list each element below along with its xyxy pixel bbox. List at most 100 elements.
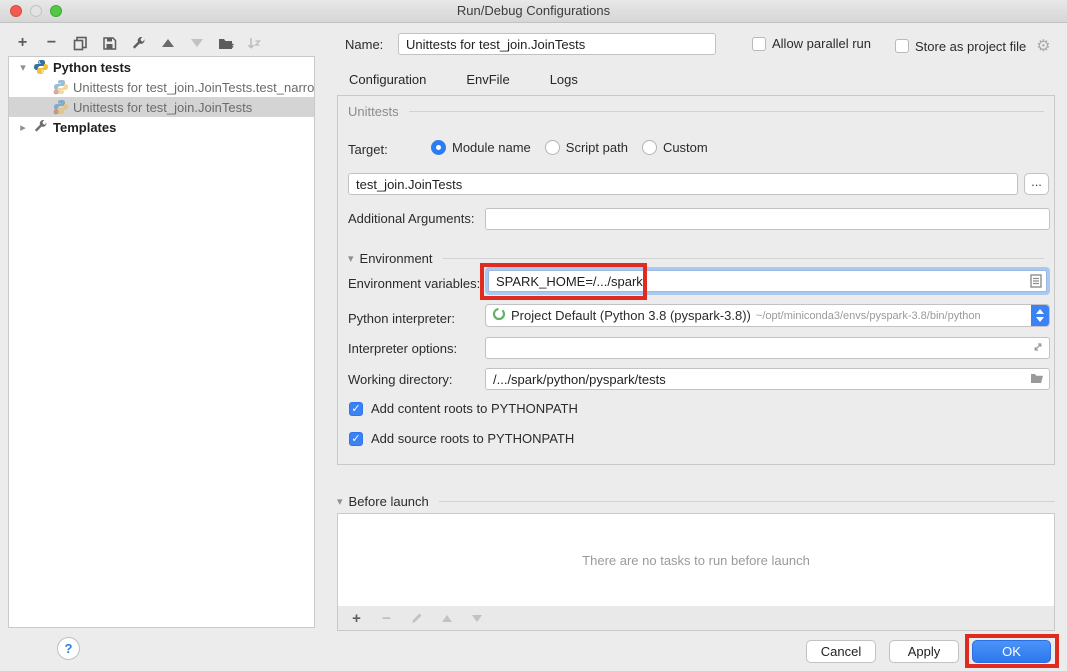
remove-task-button: − — [378, 610, 395, 627]
content-roots-option[interactable]: ✓ Add content roots to PYTHONPATH — [349, 401, 578, 416]
radio-script-path-label: Script path — [566, 140, 628, 155]
run-debug-configurations-dialog: Run/Debug Configurations + − ▾ Python — [0, 0, 1067, 671]
source-roots-checkbox[interactable]: ✓ — [349, 432, 363, 446]
expand-field-icon[interactable] — [1032, 341, 1044, 356]
additional-arguments-input[interactable] — [485, 208, 1050, 230]
store-as-project-file-label: Store as project file — [915, 39, 1026, 54]
move-task-up-button — [438, 610, 455, 627]
chevron-right-icon[interactable]: ▸ — [17, 121, 29, 134]
help-button[interactable]: ? — [57, 637, 80, 660]
window-title: Run/Debug Configurations — [457, 3, 610, 18]
ok-button[interactable]: OK — [972, 640, 1051, 663]
configurations-tree: ▾ Python tests Unittests for test_join.J… — [8, 56, 315, 628]
tree-item-unittest-jointests[interactable]: Unittests for test_join.JoinTests — [9, 97, 314, 117]
content-roots-checkbox[interactable]: ✓ — [349, 402, 363, 416]
move-down-button — [188, 35, 205, 52]
allow-parallel-run-option[interactable]: Allow parallel run — [752, 36, 871, 51]
content-roots-label: Add content roots to PYTHONPATH — [371, 401, 578, 416]
allow-parallel-run-checkbox[interactable] — [752, 37, 766, 51]
copy-configuration-button[interactable] — [72, 35, 89, 52]
python-interpreter-value: Project Default (Python 3.8 (pyspark-3.8… — [511, 308, 751, 323]
select-stepper-icon[interactable] — [1031, 305, 1049, 326]
minimize-window-button — [30, 5, 42, 17]
tab-envfile[interactable]: EnvFile — [454, 66, 521, 98]
source-roots-label: Add source roots to PYTHONPATH — [371, 431, 574, 446]
python-test-icon — [53, 79, 69, 95]
move-task-down-button — [468, 610, 485, 627]
edit-templates-button[interactable] — [130, 35, 147, 52]
new-folder-button[interactable] — [217, 35, 234, 52]
environment-variables-label: Environment variables: — [348, 276, 480, 291]
radio-icon[interactable] — [545, 140, 560, 155]
radio-module-name-label: Module name — [452, 140, 531, 155]
before-launch-empty-message: There are no tasks to run before launch — [582, 553, 810, 568]
python-interpreter-select[interactable]: Project Default (Python 3.8 (pyspark-3.8… — [485, 304, 1050, 327]
name-input[interactable] — [398, 33, 716, 55]
interpreter-options-input[interactable] — [485, 337, 1050, 359]
remove-configuration-button[interactable]: − — [43, 35, 60, 52]
environment-variables-input[interactable] — [488, 270, 1047, 292]
gear-icon[interactable]: ⚙ — [1036, 36, 1050, 56]
store-as-project-file-option[interactable]: Store as project file ⚙ — [895, 36, 1051, 56]
before-launch-label: Before launch — [349, 494, 429, 509]
python-interpreter-label: Python interpreter: — [348, 311, 455, 326]
target-radio-group: Module name Script path Custom — [431, 140, 708, 155]
apply-button[interactable]: Apply — [889, 640, 959, 663]
target-input[interactable] — [348, 173, 1018, 195]
add-configuration-button[interactable]: + — [14, 35, 31, 52]
add-task-button[interactable]: + — [348, 610, 365, 627]
configuration-panel: Unittests Target: Module name Script pat… — [337, 95, 1055, 465]
radio-module-name[interactable]: Module name — [431, 140, 531, 155]
additional-arguments-label: Additional Arguments: — [348, 211, 474, 226]
radio-script-path[interactable]: Script path — [545, 140, 628, 155]
tab-logs[interactable]: Logs — [538, 66, 590, 98]
sort-configurations-button — [246, 35, 263, 52]
browse-env-vars-icon[interactable] — [1030, 274, 1042, 291]
tree-item-templates[interactable]: ▸ Templates — [9, 117, 314, 137]
tree-item-unittest-narrow[interactable]: Unittests for test_join.JoinTests.test_n… — [9, 77, 314, 97]
working-directory-input[interactable] — [485, 368, 1050, 390]
edit-task-button — [408, 610, 425, 627]
chevron-down-icon[interactable]: ▾ — [348, 252, 354, 265]
group-divider — [443, 258, 1044, 259]
radio-custom[interactable]: Custom — [642, 140, 708, 155]
browse-target-button[interactable]: ... — [1024, 173, 1049, 195]
environment-section-header[interactable]: ▾ Environment — [348, 251, 1044, 266]
tree-item-python-tests[interactable]: ▾ Python tests — [9, 57, 314, 77]
move-up-button[interactable] — [159, 35, 176, 52]
before-launch-task-list: There are no tasks to run before launch — [337, 513, 1055, 607]
radio-selected-icon[interactable] — [431, 140, 446, 155]
settings-tabs: Configuration EnvFile Logs — [337, 66, 606, 98]
store-as-project-file-checkbox[interactable] — [895, 39, 909, 53]
allow-parallel-run-label: Allow parallel run — [772, 36, 871, 51]
python-interpreter-path: ~/opt/miniconda3/envs/pyspark-3.8/bin/py… — [756, 310, 1031, 322]
unittests-group-label: Unittests — [348, 104, 399, 119]
environment-variables-field — [485, 267, 1050, 295]
working-directory-label: Working directory: — [348, 372, 453, 387]
chevron-down-icon[interactable]: ▾ — [17, 61, 29, 74]
tree-item-label: Unittests for test_join.JoinTests.test_n… — [73, 80, 314, 95]
python-test-icon — [53, 99, 69, 115]
tree-item-label: Templates — [53, 120, 116, 135]
python-icon — [33, 59, 49, 75]
cancel-button[interactable]: Cancel — [806, 640, 876, 663]
close-window-button[interactable] — [10, 5, 22, 17]
interpreter-icon — [492, 307, 506, 324]
tree-item-label: Unittests for test_join.JoinTests — [73, 100, 252, 115]
title-bar: Run/Debug Configurations — [0, 0, 1067, 23]
tab-configuration[interactable]: Configuration — [337, 66, 438, 98]
before-launch-toolbar: + − — [337, 606, 1055, 631]
zoom-window-button[interactable] — [50, 5, 62, 17]
folder-icon[interactable] — [1030, 372, 1044, 387]
wrench-icon — [33, 119, 49, 135]
source-roots-option[interactable]: ✓ Add source roots to PYTHONPATH — [349, 431, 574, 446]
interpreter-options-label: Interpreter options: — [348, 341, 457, 356]
before-launch-header[interactable]: ▾ Before launch — [337, 494, 1055, 509]
radio-custom-label: Custom — [663, 140, 708, 155]
chevron-down-icon[interactable]: ▾ — [337, 495, 343, 508]
save-configuration-button[interactable] — [101, 35, 118, 52]
environment-section-label: Environment — [360, 251, 433, 266]
radio-icon[interactable] — [642, 140, 657, 155]
tree-item-label: Python tests — [53, 60, 131, 75]
window-controls — [10, 5, 62, 17]
